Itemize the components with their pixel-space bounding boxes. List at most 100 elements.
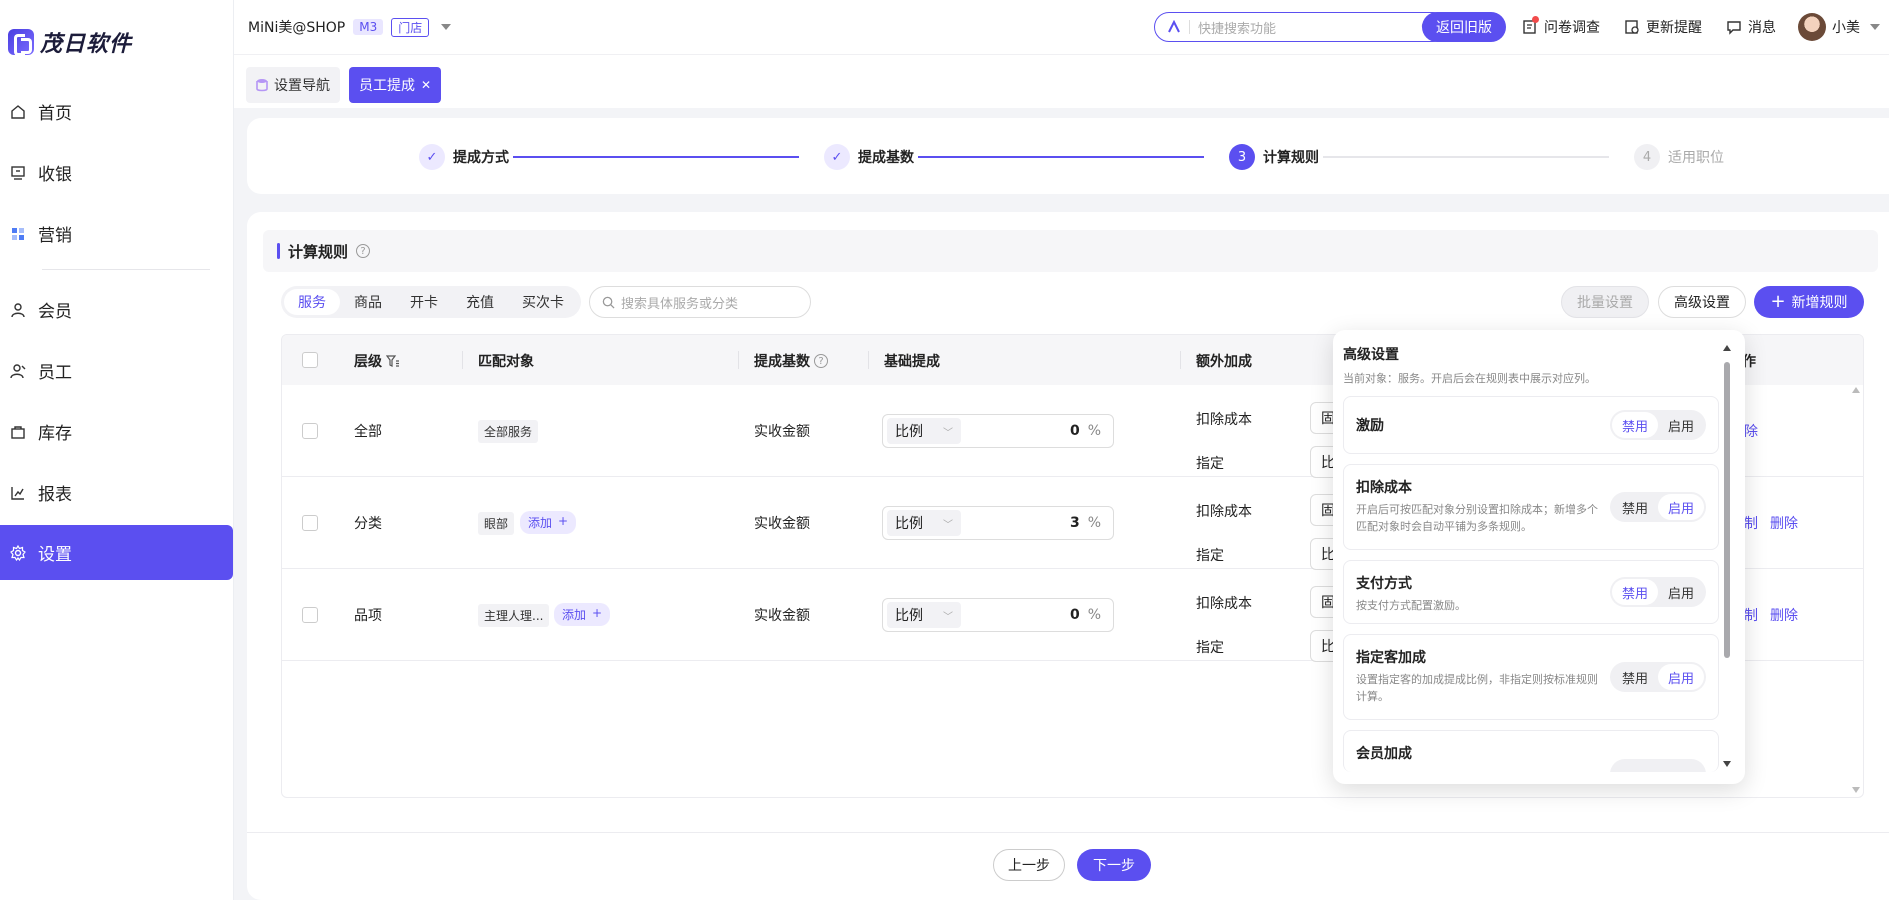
service-search-input[interactable]: 搜索具体服务或分类 [589, 286, 811, 318]
add-match-button[interactable]: 添加 + [520, 511, 577, 534]
user-menu[interactable]: 小美 [1798, 13, 1880, 41]
sidebar-item-label: 首页 [38, 104, 72, 124]
survey-icon [1522, 16, 1539, 35]
segment-open-card[interactable]: 开卡 [396, 289, 452, 315]
basic-commission-input[interactable]: 比例 ﹀ 0 % [882, 598, 1114, 632]
step-3[interactable]: 3 计算规则 [1229, 144, 1319, 170]
check-icon: ✓ [419, 144, 445, 170]
select-all-checkbox[interactable] [302, 352, 318, 368]
update-icon [1625, 20, 1639, 34]
step-label: 提成基数 [858, 150, 914, 166]
sidebar-item-label: 收银 [38, 165, 72, 185]
segment-recharge[interactable]: 充值 [452, 289, 508, 315]
setting-desc: 开启后可按匹配对象分别设置扣除成本；新增多个匹配对象时会自动平铺为多条规则。 [1356, 503, 1598, 533]
chevron-down-icon: ﹀ [943, 611, 953, 623]
quick-search-placeholder: 快捷搜索功能 [1198, 21, 1277, 37]
return-old-version-button[interactable]: 返回旧版 [1422, 12, 1506, 42]
search-logo-icon [1168, 20, 1180, 33]
copy-action[interactable]: 制 [1744, 605, 1758, 625]
row-checkbox[interactable] [302, 607, 318, 623]
toggle-disable[interactable]: 禁用 [1612, 412, 1658, 438]
deduct-cost-toggle[interactable]: 禁用 启用 [1610, 492, 1706, 522]
search-placeholder: 搜索具体服务或分类 [621, 296, 739, 312]
chevron-down-icon[interactable] [441, 24, 452, 30]
chevron-down-icon: ﹀ [943, 427, 953, 439]
step-4[interactable]: 4 适用职位 [1634, 144, 1724, 170]
ratio-type-select[interactable]: 比例 ﹀ [887, 510, 961, 536]
toggle-enable[interactable]: 启用 [1658, 579, 1704, 605]
toggle-disable[interactable]: 禁用 [1612, 494, 1658, 520]
delete-action[interactable]: 删除 [1770, 513, 1798, 533]
tab-staff-commission[interactable]: 员工提成 ✕ [349, 67, 442, 103]
assigned-customer-toggle[interactable]: 禁用 启用 [1610, 662, 1706, 692]
advanced-settings-button[interactable]: 高级设置 [1658, 286, 1746, 318]
plan-tag: M3 [353, 19, 384, 35]
delete-action[interactable]: 删除 [1770, 605, 1798, 625]
prev-step-button[interactable]: 上一步 [993, 849, 1065, 881]
segment-buy-times-card[interactable]: 买次卡 [508, 289, 578, 315]
toggle-disable[interactable]: 禁用 [1612, 579, 1658, 605]
basic-commission-input[interactable]: 比例 ﹀ 3 % [882, 506, 1114, 540]
ratio-type-select[interactable]: 比例 ﹀ [887, 602, 961, 628]
brand-logo[interactable]: 茂日软件 [8, 26, 132, 58]
toggle-enable[interactable]: 启用 [1658, 494, 1704, 520]
sidebar-item-settings[interactable]: 设置 [0, 525, 233, 580]
steps-progress: ✓ 提成方式 ✓ 提成基数 3 计算规则 4 适用职位 [247, 118, 1889, 194]
sidebar-item-inventory[interactable]: 库存 [0, 404, 233, 459]
column-separator [462, 351, 463, 369]
table-scrollbar[interactable] [1851, 385, 1861, 795]
copy-action[interactable]: 制 [1744, 513, 1758, 533]
category-segmented-control: 服务 商品 开卡 充值 买次卡 [281, 286, 581, 318]
filter-icon[interactable] [386, 354, 400, 368]
shop-switcher[interactable]: MiNi美@SHOP M3 门店 [248, 17, 452, 37]
sidebar-item-member[interactable]: 会员 [0, 282, 233, 337]
member-bonus-toggle[interactable] [1610, 759, 1706, 772]
ratio-type-select[interactable]: 比例 ﹀ [887, 418, 961, 444]
next-step-button[interactable]: 下一步 [1077, 849, 1151, 881]
row-checkbox[interactable] [302, 423, 318, 439]
help-icon[interactable]: ? [814, 354, 828, 368]
basic-commission-input[interactable]: 比例 ﹀ 0 % [882, 414, 1114, 448]
commission-value[interactable]: 0 [961, 607, 1088, 623]
toggle-disable[interactable]: 禁用 [1612, 664, 1658, 690]
segment-service[interactable]: 服务 [284, 289, 340, 315]
messages-link[interactable]: 消息 [1726, 17, 1776, 37]
home-icon [10, 104, 26, 120]
sidebar-item-marketing[interactable]: 营销 [0, 206, 233, 261]
help-icon[interactable]: ? [356, 244, 371, 258]
delete-action[interactable]: 除 [1744, 421, 1758, 441]
toggle-enable[interactable]: 启用 [1658, 412, 1704, 438]
add-rule-button[interactable]: + 新增规则 [1754, 286, 1864, 318]
row-level: 分类 [354, 516, 382, 532]
commission-value[interactable]: 0 [961, 423, 1088, 439]
payment-method-toggle[interactable]: 禁用 启用 [1610, 577, 1706, 607]
sidebar-item-report[interactable]: 报表 [0, 465, 233, 520]
toggle-enable[interactable]: 启用 [1658, 664, 1704, 690]
tab-label: 设置导航 [274, 78, 330, 94]
chevron-down-icon[interactable] [1870, 24, 1880, 30]
incentive-toggle[interactable]: 禁用 启用 [1610, 410, 1706, 440]
sidebar-divider [42, 269, 210, 270]
header-level: 层级 [354, 351, 400, 371]
row-checkbox[interactable] [302, 515, 318, 531]
commission-value[interactable]: 3 [961, 515, 1088, 531]
sidebar-item-cashier[interactable]: 收银 [0, 145, 233, 200]
close-icon[interactable]: ✕ [421, 78, 431, 92]
section-title: 计算规则 [288, 242, 349, 261]
batch-settings-button[interactable]: 批量设置 [1561, 286, 1649, 318]
sidebar-item-home[interactable]: 首页 [0, 84, 233, 139]
header-level-label: 层级 [354, 354, 382, 370]
top-header: MiNi美@SHOP M3 门店 快捷搜索功能 返回旧版 问卷调查 更新提醒 消… [234, 0, 1889, 54]
sidebar-item-staff[interactable]: 员工 [0, 343, 233, 398]
add-match-button[interactable]: 添加 + [554, 603, 611, 626]
column-separator [868, 351, 869, 369]
survey-link[interactable]: 问卷调查 [1522, 16, 1600, 37]
popover-scroll-thumb[interactable] [1724, 362, 1730, 658]
segment-goods[interactable]: 商品 [340, 289, 396, 315]
header-basic-commission: 基础提成 [884, 354, 940, 370]
step-2[interactable]: ✓ 提成基数 [824, 144, 914, 170]
tab-settings-nav[interactable]: 设置导航 [246, 67, 340, 103]
update-reminder-link[interactable]: 更新提醒 [1624, 17, 1702, 37]
quick-search-input[interactable]: 快捷搜索功能 [1154, 12, 1448, 42]
step-1[interactable]: ✓ 提成方式 [419, 144, 509, 170]
